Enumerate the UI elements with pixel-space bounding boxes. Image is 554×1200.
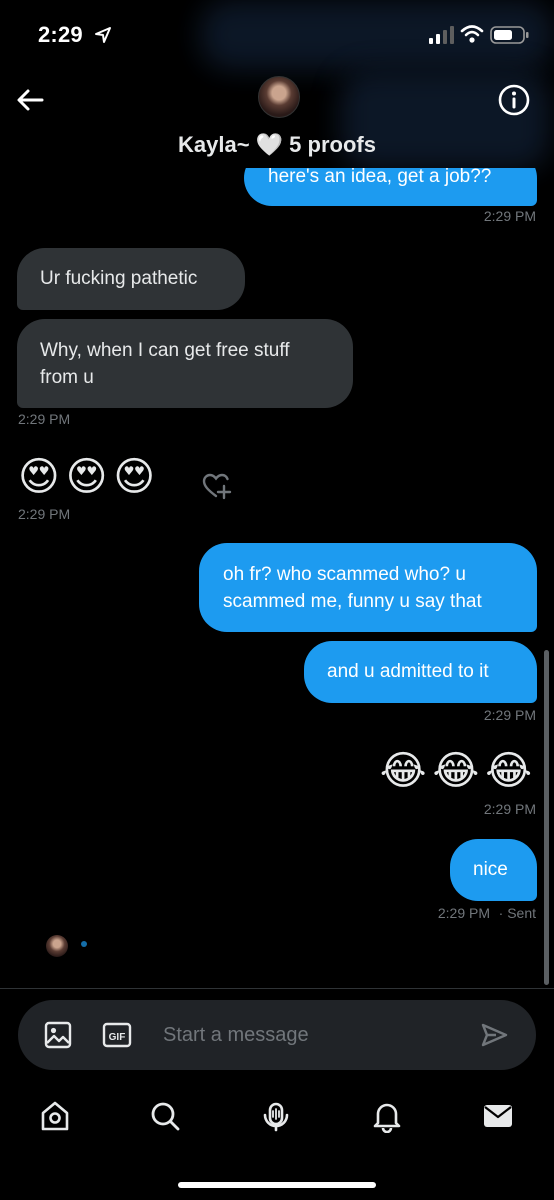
message-composer: GIF (18, 1000, 536, 1070)
message-text: Ur fucking pathetic (40, 268, 198, 289)
conversation-header: Kayla~ 🤍 5 proofs (0, 70, 554, 170)
gif-label: GIF (109, 1032, 126, 1043)
message-bubble-outgoing[interactable]: oh fr? who scammed who? u scammed me, fu… (199, 543, 537, 632)
messages-icon[interactable] (481, 1099, 515, 1133)
status-bar: 2:29 (0, 0, 554, 70)
info-icon[interactable] (496, 82, 532, 118)
search-icon[interactable] (148, 1099, 182, 1133)
wifi-icon (460, 25, 484, 43)
bottom-tab-bar (0, 1085, 554, 1155)
battery-icon (490, 26, 529, 44)
message-timestamp: 2:29 PM (18, 411, 71, 427)
message-bubble-outgoing[interactable]: nice (450, 839, 537, 901)
typing-dot (81, 941, 87, 947)
cellular-signal-icon (429, 26, 454, 44)
message-bubble-incoming[interactable]: Why, when I can get free stuff from u (17, 319, 353, 408)
message-timestamp: 2:29 PM (483, 208, 536, 224)
dm-screen: 2:29 Kayla~ 🤍 5 proofs here's an idea, g… (0, 0, 554, 1200)
notifications-icon[interactable] (370, 1099, 404, 1133)
add-reaction-icon[interactable] (200, 470, 232, 502)
message-text: Why, when I can get free stuff from u (40, 340, 290, 388)
emoji-message[interactable]: 😍😍😍 (18, 454, 161, 500)
message-input[interactable] (163, 1020, 463, 1050)
gif-icon[interactable]: GIF (102, 1021, 132, 1049)
message-timestamp: 2:29 PM (483, 707, 536, 723)
back-arrow-icon[interactable] (14, 84, 46, 116)
message-text: nice (473, 859, 508, 880)
status-time: 2:29 (38, 22, 83, 47)
image-icon[interactable] (44, 1021, 72, 1049)
home-indicator[interactable] (178, 1182, 376, 1188)
emoji-message[interactable]: 😂😂😂 (380, 748, 538, 794)
contact-name[interactable]: Kayla~ 🤍 5 proofs (0, 132, 554, 158)
message-bubble-outgoing[interactable]: and u admitted to it (304, 641, 537, 703)
message-timestamp: 2:29 PM (18, 506, 71, 522)
spaces-icon[interactable] (259, 1099, 293, 1133)
message-timestamp: 2:29 PM (437, 905, 490, 921)
seen-avatar (46, 935, 68, 957)
location-arrow-icon (95, 27, 111, 43)
message-status: · Sent (498, 905, 536, 921)
send-icon[interactable] (480, 1021, 508, 1049)
home-icon[interactable] (38, 1099, 72, 1133)
message-text: and u admitted to it (327, 661, 489, 682)
message-bubble-incoming[interactable]: Ur fucking pathetic (17, 248, 245, 310)
scrollbar[interactable] (544, 650, 549, 985)
contact-avatar[interactable] (258, 76, 300, 118)
message-text: oh fr? who scammed who? u scammed me, fu… (223, 564, 482, 612)
divider (0, 988, 554, 989)
message-timestamp: 2:29 PM (483, 801, 536, 817)
